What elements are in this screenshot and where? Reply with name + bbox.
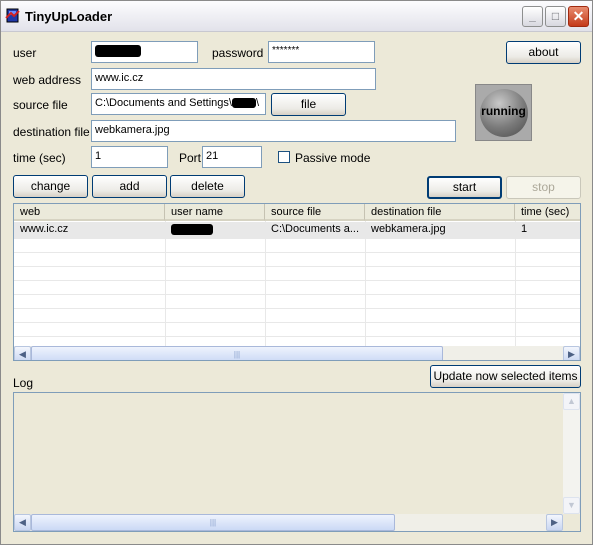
upload-list[interactable]: web user name source file destination fi…	[13, 203, 581, 361]
scroll-right-arrow-icon[interactable]: ▶	[563, 346, 580, 360]
log-area[interactable]: ▲ ▼ ◀ ||| ▶	[13, 392, 581, 532]
cell-source-file: C:\Documents a...	[271, 223, 360, 235]
source-file-field[interactable]: C:\Documents and Settings\ \	[91, 93, 266, 115]
cell-user-name	[165, 222, 265, 239]
log-label: Log	[13, 376, 34, 390]
column-divider	[265, 221, 266, 346]
app-icon	[5, 8, 20, 23]
redacted-text	[95, 45, 141, 58]
source-file-label: source file	[13, 98, 68, 112]
cell-destination-file: webkamera.jpg	[371, 223, 446, 235]
destination-file-field[interactable]: webkamera.jpg	[91, 120, 456, 142]
column-header-web[interactable]: web	[14, 204, 165, 221]
row-divider	[14, 308, 580, 309]
column-header-source-file[interactable]: source file	[265, 204, 365, 221]
close-button[interactable]: ✕	[568, 6, 589, 27]
scrollbar-thumb[interactable]: |||	[31, 346, 443, 360]
user-field[interactable]	[91, 41, 198, 63]
change-button[interactable]: change	[13, 175, 88, 198]
delete-button[interactable]: delete	[170, 175, 245, 198]
table-row[interactable]: www.ic.cz C:\Documents a... webkamera.jp…	[14, 222, 580, 238]
stop-button[interactable]: stop	[506, 176, 581, 199]
row-divider	[14, 294, 580, 295]
row-divider	[14, 280, 580, 281]
column-divider	[365, 221, 366, 346]
scroll-left-arrow-icon[interactable]: ◀	[14, 346, 31, 360]
scroll-right-arrow-icon[interactable]: ▶	[546, 514, 563, 531]
cell-time: 1	[521, 223, 528, 235]
scroll-left-arrow-icon[interactable]: ◀	[14, 514, 31, 531]
row-divider	[14, 266, 580, 267]
redacted-text	[231, 98, 256, 109]
user-label: user	[13, 46, 37, 60]
minimize-icon: _	[529, 9, 536, 23]
scroll-up-arrow-icon[interactable]: ▲	[563, 393, 580, 410]
scroll-down-arrow-icon[interactable]: ▼	[563, 497, 580, 514]
password-label: password	[212, 46, 264, 60]
passive-mode-label: Passive mode	[295, 151, 371, 165]
close-icon: ✕	[572, 8, 585, 24]
maximize-icon: □	[551, 9, 560, 23]
horizontal-scrollbar[interactable]: ◀ ||| ▶	[14, 514, 563, 531]
source-file-value: C:\Documents and Settings\	[95, 97, 232, 109]
column-header-time[interactable]: time (sec)	[515, 204, 580, 221]
time-field[interactable]: 1	[91, 146, 168, 168]
scrollbar-corner	[563, 514, 580, 531]
status-indicator: running	[475, 84, 532, 141]
web-address-label: web address	[13, 73, 82, 87]
destination-file-label: destination file	[13, 125, 90, 139]
title-bar[interactable]: TinyUpLoader _ □ ✕	[1, 1, 592, 32]
scrollbar-thumb[interactable]: |||	[31, 514, 395, 531]
add-button[interactable]: add	[92, 175, 167, 198]
main-window: TinyUpLoader _ □ ✕ user password *******…	[0, 0, 593, 545]
source-file-suffix: \	[255, 97, 260, 109]
status-text: running	[481, 104, 526, 118]
start-button[interactable]: start	[427, 176, 502, 199]
passive-mode-checkbox[interactable]	[278, 151, 290, 163]
column-header-user-name[interactable]: user name	[165, 204, 265, 221]
update-now-button[interactable]: Update now selected items	[430, 365, 581, 388]
port-field[interactable]: 21	[202, 146, 262, 168]
column-divider	[515, 221, 516, 346]
about-button[interactable]: about	[506, 41, 581, 64]
window-title: TinyUpLoader	[25, 9, 113, 24]
time-label: time (sec)	[13, 151, 66, 165]
horizontal-scrollbar[interactable]: ◀ ||| ▶	[14, 346, 580, 360]
column-divider	[165, 221, 166, 346]
maximize-button[interactable]: □	[545, 6, 566, 27]
row-divider	[14, 252, 580, 253]
redacted-text	[171, 223, 213, 235]
cell-web: www.ic.cz	[20, 223, 69, 235]
row-divider	[14, 322, 580, 323]
column-header-destination-file[interactable]: destination file	[365, 204, 515, 221]
port-label: Port	[179, 151, 202, 165]
password-field[interactable]: *******	[268, 41, 375, 63]
row-divider	[14, 336, 580, 337]
web-address-field[interactable]: www.ic.cz	[91, 68, 376, 90]
vertical-scrollbar[interactable]: ▲ ▼	[563, 393, 580, 514]
minimize-button[interactable]: _	[522, 6, 543, 27]
file-button[interactable]: file	[271, 93, 346, 116]
